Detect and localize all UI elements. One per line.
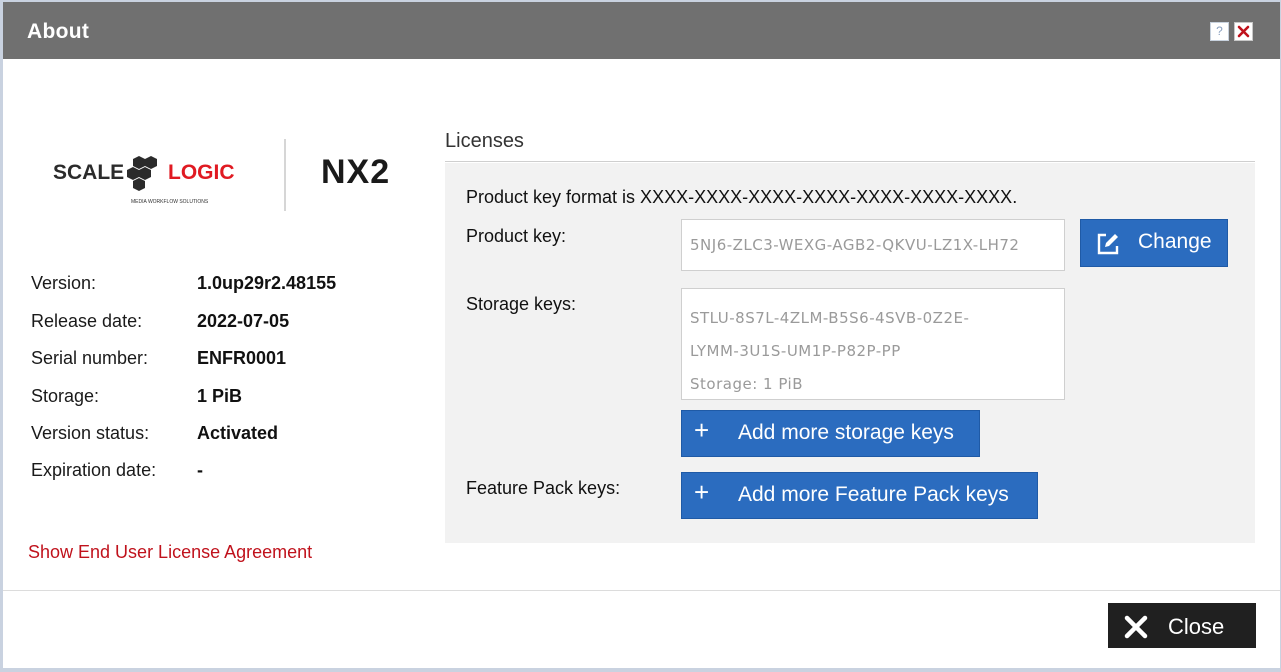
- version-label: Version:: [31, 273, 97, 293]
- release-date-value: 2022-07-05: [197, 311, 290, 331]
- logo-divider: [284, 139, 286, 211]
- version-value: 1.0up29r2.48155: [197, 273, 337, 293]
- expiration-date-label: Expiration date:: [31, 460, 157, 480]
- feature-pack-keys-label: Feature Pack keys:: [466, 478, 621, 498]
- version-status-row: Version status: Activated: [31, 423, 431, 445]
- add-feature-pack-keys-button[interactable]: + Add more Feature Pack keys: [681, 472, 1038, 519]
- version-row: Version: 1.0up29r2.48155: [31, 273, 431, 295]
- footer-divider: [3, 590, 1280, 591]
- storage-key-line-3: Storage: 1 PiB: [690, 375, 803, 393]
- help-icon: ?: [1216, 24, 1223, 38]
- licenses-panel: Product key format is XXXX-XXXX-XXXX-XXX…: [445, 163, 1255, 543]
- plus-icon: +: [694, 415, 710, 445]
- change-button[interactable]: Change: [1080, 219, 1228, 267]
- scale-logic-logo: SCALE LOGIC MEDIA WORKFLOW SOLUTIONS: [53, 156, 235, 205]
- logo-area: SCALE LOGIC MEDIA WORKFLOW SOLUTIONS NX2: [51, 139, 411, 213]
- serial-number-label: Serial number:: [31, 348, 149, 368]
- dialog-title: About: [27, 20, 90, 43]
- title-bar: About ?: [3, 2, 1280, 59]
- close-icon: [1237, 25, 1250, 38]
- key-format-text: Product key format is XXXX-XXXX-XXXX-XXX…: [466, 187, 1018, 207]
- serial-number-value: ENFR0001: [197, 348, 287, 368]
- storage-keys-label: Storage keys:: [466, 294, 577, 314]
- add-storage-keys-button[interactable]: + Add more storage keys: [681, 410, 980, 457]
- close-button[interactable]: Close: [1108, 603, 1256, 648]
- storage-key-line-1: STLU-8S7L-4ZLM-B5S6-4SVB-0Z2E-: [690, 309, 970, 327]
- expiration-date-value: -: [197, 460, 203, 480]
- svg-text:SCALE: SCALE: [53, 161, 124, 184]
- add-storage-keys-label: Add more storage keys: [738, 421, 954, 444]
- version-status-value: Activated: [197, 423, 279, 443]
- storage-key-line-2: LYMM-3U1S-UM1P-P82P-PP: [690, 342, 901, 360]
- release-date-label: Release date:: [31, 311, 143, 331]
- title-close-button[interactable]: [1234, 22, 1253, 41]
- expiration-date-row: Expiration date: -: [31, 460, 431, 482]
- storage-value: 1 PiB: [197, 386, 243, 406]
- product-key-field[interactable]: 5NJ6-ZLC3-WEXG-AGB2-QKVU-LZ1X-LH72: [681, 219, 1065, 271]
- storage-label: Storage:: [31, 386, 100, 406]
- storage-row: Storage: 1 PiB: [31, 386, 431, 408]
- storage-keys-field[interactable]: STLU-8S7L-4ZLM-B5S6-4SVB-0Z2E- LYMM-3U1S…: [681, 288, 1065, 400]
- add-feature-pack-keys-label: Add more Feature Pack keys: [738, 483, 1009, 506]
- eula-link[interactable]: Show End User License Agreement: [28, 542, 312, 563]
- about-dialog: About ? SCALE LOGIC MEDIA WORKFLOW SOLUT…: [3, 2, 1280, 668]
- svg-text:MEDIA WORKFLOW SOLUTIONS: MEDIA WORKFLOW SOLUTIONS: [131, 199, 209, 205]
- help-button[interactable]: ?: [1210, 22, 1229, 41]
- plus-icon: +: [694, 477, 710, 507]
- licenses-divider: [445, 161, 1255, 162]
- product-key-label: Product key:: [466, 226, 567, 246]
- product-name: NX2: [321, 153, 391, 191]
- edit-icon: [1097, 233, 1119, 255]
- svg-text:LOGIC: LOGIC: [168, 161, 235, 184]
- release-date-row: Release date: 2022-07-05: [31, 311, 431, 333]
- version-status-label: Version status:: [31, 423, 150, 443]
- close-x-icon: [1124, 615, 1148, 639]
- serial-number-row: Serial number: ENFR0001: [31, 348, 431, 370]
- product-key-value: 5NJ6-ZLC3-WEXG-AGB2-QKVU-LZ1X-LH72: [690, 236, 1020, 254]
- licenses-header: Licenses: [445, 130, 524, 152]
- close-button-label: Close: [1168, 614, 1225, 639]
- change-button-label: Change: [1138, 230, 1212, 253]
